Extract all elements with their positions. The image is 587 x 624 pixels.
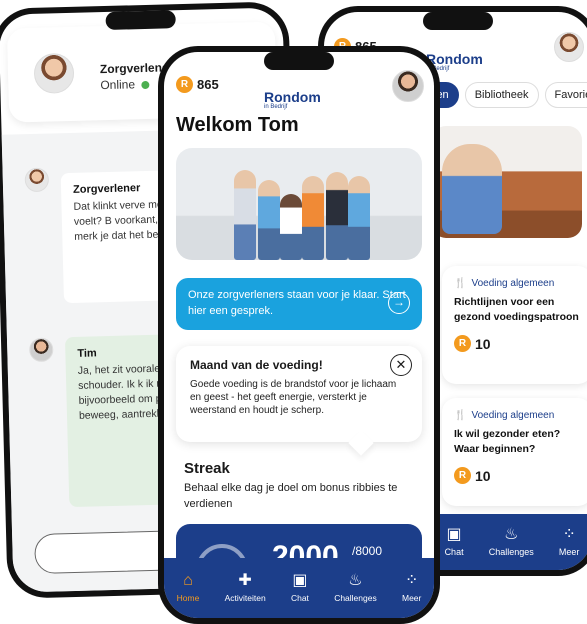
library-tabs: len Bibliotheek Favorie	[424, 82, 587, 108]
article-points: R 10	[454, 467, 580, 484]
article-card[interactable]: 🍴 Voeding algemeen Ik wil gezonder eten? …	[442, 398, 587, 506]
month-card-title: Maand van de voeding!	[190, 358, 323, 372]
user-avatar	[28, 337, 54, 363]
nav-home[interactable]: ⌂ Home	[177, 572, 200, 604]
home-icon: ⌂	[183, 572, 193, 589]
arrow-right-icon: →	[388, 292, 410, 314]
bottom-nav: ▣ Chat ♨ Challenges ⁘ Meer	[432, 514, 587, 570]
home-screen: R 865 Rondom in Bedrijf Welkom Tom Onze z…	[164, 52, 434, 618]
contact-status: Online	[100, 77, 150, 92]
nav-more[interactable]: ⁘ Meer	[559, 526, 580, 558]
food-icon: 🍴	[454, 410, 467, 421]
nav-chat[interactable]: ▣ Chat	[445, 526, 464, 558]
nav-activities[interactable]: ✚ Activiteiten	[225, 572, 266, 604]
flame-icon: ♨	[348, 572, 363, 589]
streak-text: Behaal elke dag je doel om bonus ribbies…	[184, 482, 398, 510]
nav-challenges[interactable]: ♨ Challenges	[334, 572, 377, 604]
profile-avatar[interactable]	[554, 32, 584, 62]
nav-challenges[interactable]: ♨ Challenges	[489, 526, 534, 558]
month-card: Maand van de voeding! Goede voeding is d…	[176, 346, 422, 456]
home-phone: R 865 Rondom in Bedrijf Welkom Tom Onze z…	[158, 46, 440, 624]
flame-icon: ♨	[504, 526, 519, 543]
phone-notch	[423, 12, 493, 30]
article-category: 🍴 Voeding algemeen	[454, 278, 555, 289]
month-card-text: Goede voeding is de brandstof voor je li…	[190, 379, 397, 416]
dots-icon: ⁘	[562, 526, 576, 543]
chat-icon: ▣	[446, 526, 462, 543]
coin-icon: R	[454, 335, 471, 352]
start-chat-button[interactable]: Onze zorgverleners staan voor je klaar. …	[176, 278, 422, 330]
article-category: 🍴 Voeding algemeen	[454, 410, 555, 421]
contact-avatar	[33, 52, 75, 94]
article-card[interactable]: 🍴 Voeding algemeen Richtlijnen voor een g…	[442, 266, 587, 384]
bottom-nav: ⌂ Home ✚ Activiteiten ▣ Chat ♨ Challenges ⁘ M…	[164, 558, 434, 618]
coin-icon: R	[454, 467, 471, 484]
close-icon[interactable]: ✕	[390, 354, 412, 376]
online-dot-icon	[140, 80, 150, 89]
food-icon: 🍴	[454, 278, 467, 289]
article-points: R 10	[454, 335, 580, 352]
streak-title: Streak	[184, 460, 230, 477]
welcome-title: Welkom Tom	[176, 114, 299, 136]
phone-notch	[105, 10, 176, 31]
brand-logo: Rondom in Bedrijf	[264, 89, 321, 110]
sender-avatar	[24, 167, 50, 193]
tab-library[interactable]: Bibliotheek	[464, 82, 539, 108]
tab-favorites[interactable]: Favorie	[544, 82, 587, 108]
dots-icon: ⁘	[404, 572, 419, 589]
puzzle-icon: ✚	[238, 572, 252, 589]
coin-balance[interactable]: R865	[176, 76, 219, 93]
nav-more[interactable]: ⁘ Meer	[402, 572, 421, 604]
article-title: Richtlijnen voor een gezond voedingspatr…	[454, 296, 579, 323]
chat-icon: ▣	[292, 572, 308, 589]
coin-icon: R	[176, 76, 193, 93]
profile-avatar[interactable]	[392, 70, 424, 102]
phone-notch	[264, 52, 334, 70]
nav-chat[interactable]: ▣ Chat	[291, 572, 309, 604]
article-title: Ik wil gezonder eten? Waar beginnen?	[454, 428, 561, 455]
team-photo	[176, 148, 422, 260]
article-image[interactable]	[432, 126, 582, 238]
streak-goal: /8000	[352, 544, 383, 558]
